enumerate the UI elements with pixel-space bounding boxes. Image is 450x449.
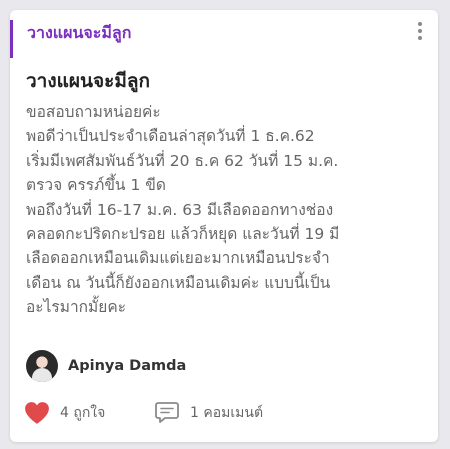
more-dot [418,29,422,33]
post-body-line: ขอสอบถามหน่อยค่ะ [26,103,161,121]
author-name[interactable]: Apinya Damda [68,358,186,374]
comment-button[interactable]: 1 คอมเมนต์ [154,401,263,425]
post-body-line: พอถึงวันที่ 16-17 ม.ค. 63 มีเลือดออกทางช… [26,200,334,219]
like-count: 4 ถูกใจ [60,405,106,421]
category-tag[interactable]: วางแผนจะมีลูก [27,22,131,44]
post-body-line: เริ่มมีเพศสัมพันธ์วันที่ 20 ธ.ค 62 วันที… [26,151,339,170]
post-actions: 4 ถูกใจ 1 คอมเมนต์ [24,398,263,428]
comment-count: 1 คอมเมนต์ [190,405,264,421]
post-body-line: ตรวจ ครรภ์ขึ้น 1 ขีด [26,176,166,195]
post-body: ขอสอบถามหน่อยค่ะ พอดีว่าเป็นประจำเดือนล่… [26,100,426,320]
avatar[interactable] [26,350,58,382]
more-options-icon[interactable] [412,20,428,42]
comment-icon [155,402,179,423]
post-body-line: คลอดกะปริดกะปรอย แล้วก็หยุด และวันที่ 19… [26,225,340,244]
post-body-line: อะไรมากมั้ยคะ [26,298,127,317]
post-body-line: พอดีว่าเป็นประจำเดือนล่าสุดวันที่ 1 ธ.ค.… [26,127,315,146]
post-body-line: เดือน ณ วันนี้ก็ยังออกเหมือนเดิมค่ะ แบบน… [26,273,331,292]
tag-accent-bar [10,20,13,58]
more-dot [418,22,422,26]
more-dot [418,36,422,40]
post-title[interactable]: วางแผนจะมีลูก [26,68,150,94]
like-button[interactable]: 4 ถูกใจ [24,401,154,425]
heart-icon [25,402,49,424]
post-body-line: เลือดออกเหมือนเดิมแต่เยอะมากเหมือนประจำ [26,249,330,268]
post-card[interactable]: วางแผนจะมีลูก วางแผนจะมีลูก ขอสอบถามหน่อ… [10,10,438,442]
author-row[interactable]: Apinya Damda [26,350,186,382]
